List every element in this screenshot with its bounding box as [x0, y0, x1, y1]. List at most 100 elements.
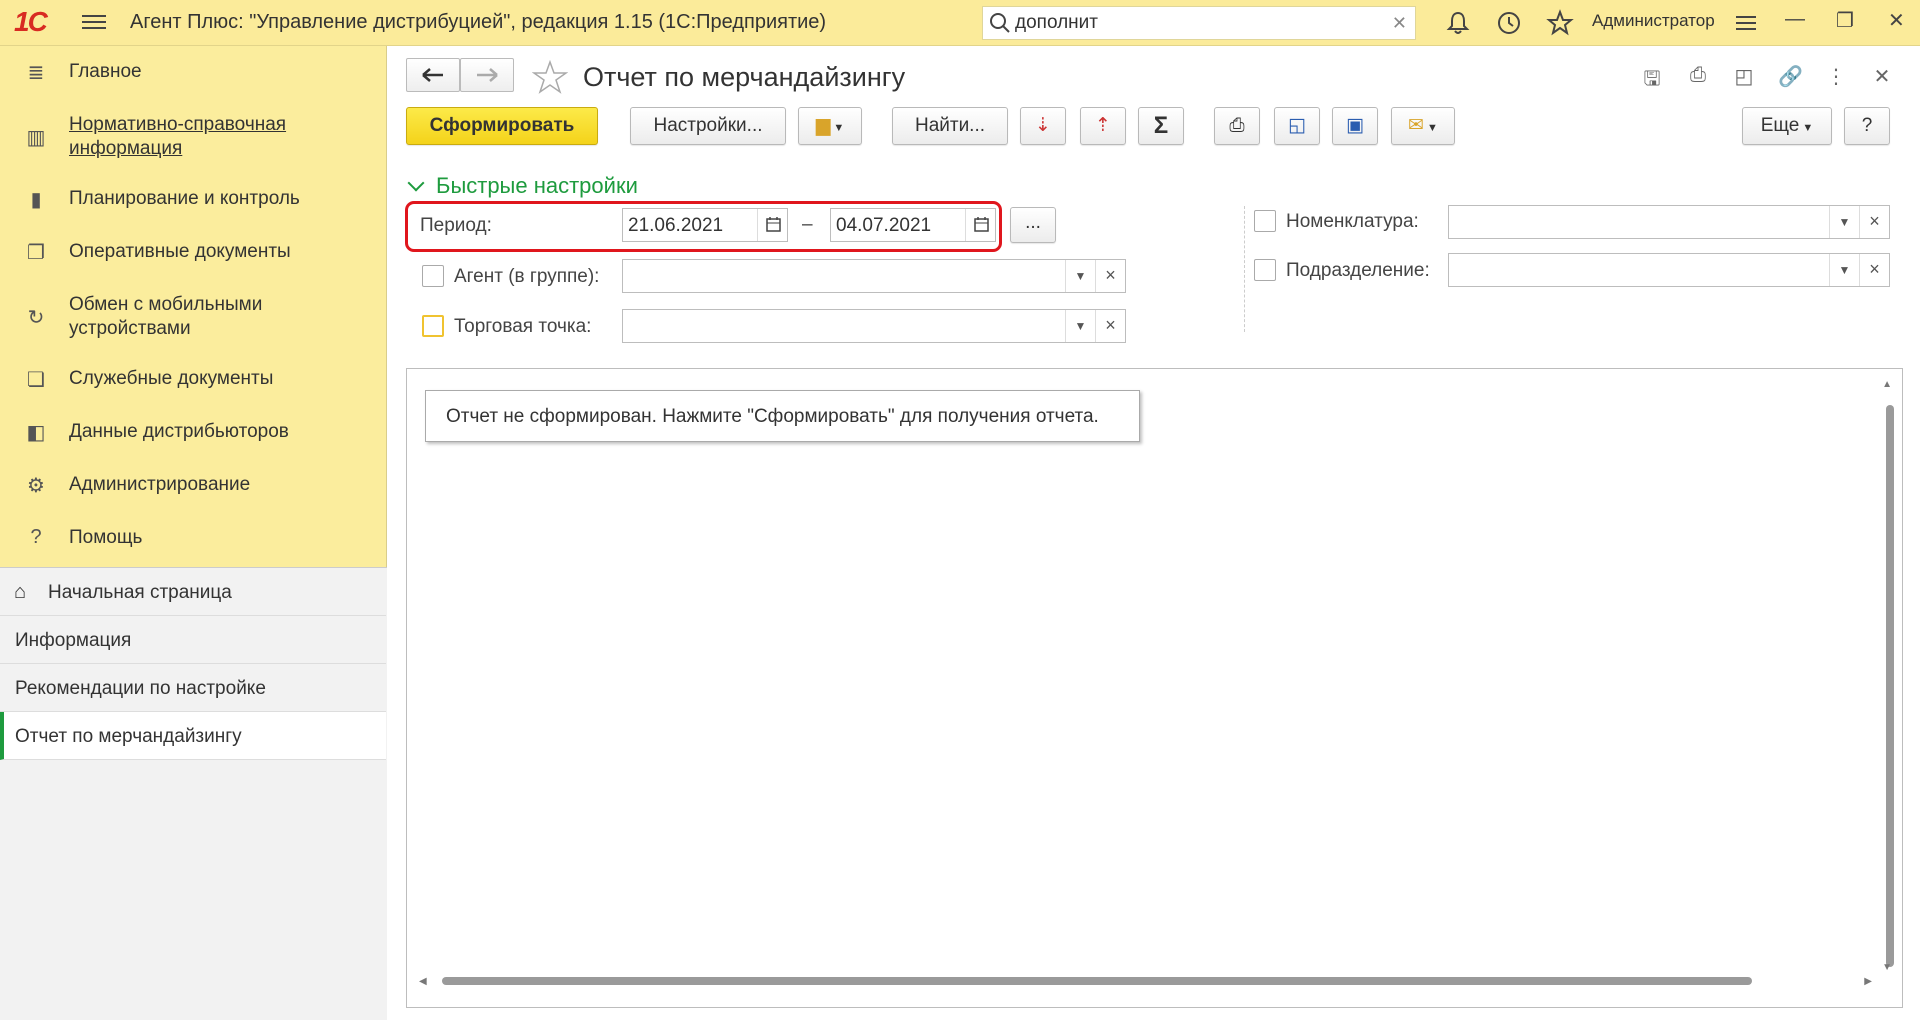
preview-header-icon[interactable]: ◰ [1732, 64, 1756, 88]
dropdown-arrow-icon[interactable]: ▼ [1065, 260, 1095, 292]
favorites-icon[interactable] [1546, 9, 1574, 37]
scroll-down-icon[interactable]: ▼ [1882, 962, 1892, 973]
save-button[interactable]: ▣ [1332, 107, 1378, 145]
more-vert-icon[interactable]: ⋮ [1824, 64, 1848, 88]
arrow-right-icon [477, 68, 498, 82]
clear-icon[interactable]: × [1095, 310, 1125, 342]
sort-asc-icon: ⇡ [1095, 115, 1111, 136]
dropdown-arrow-icon[interactable]: ▼ [1829, 206, 1859, 238]
open-window-label: Отчет по мерчандайзингу [15, 726, 242, 747]
save-header-icon[interactable]: 🖫 [1640, 64, 1664, 90]
calendar-icon[interactable] [965, 209, 995, 241]
sidebar-item-mobile-exchange[interactable]: ↻ Обмен с мобильными устройствами [0, 293, 387, 343]
preview-button[interactable]: ◱ [1274, 107, 1320, 145]
sort-desc-button[interactable]: ⇣ [1020, 107, 1066, 145]
distributors-icon: ◧ [26, 422, 46, 444]
division-field[interactable]: ▼ × [1448, 253, 1890, 287]
sidebar-item-administration[interactable]: ⚙ Администрирование [0, 473, 387, 503]
scroll-left-icon[interactable]: ◀ [419, 976, 427, 987]
nomenclature-checkbox[interactable] [1254, 210, 1276, 232]
arrow-left-icon [422, 68, 443, 82]
outlet-checkbox[interactable] [422, 315, 444, 337]
calendar-icon[interactable] [757, 209, 787, 241]
history-icon[interactable] [1495, 9, 1523, 37]
agent-field[interactable]: ▼ × [622, 259, 1126, 293]
agent-label: Агент (в группе): [454, 266, 600, 287]
period-to-field[interactable]: 04.07.2021 [830, 208, 996, 242]
link-icon[interactable]: 🔗 [1778, 64, 1803, 88]
scroll-up-icon[interactable]: ▲ [1882, 379, 1892, 390]
sort-asc-button[interactable]: ⇡ [1080, 107, 1126, 145]
sidebar-item-label: Нормативно-справочная информация [69, 114, 287, 159]
clear-search-icon[interactable]: ✕ [1392, 13, 1407, 34]
sidebar-item-main[interactable]: ≣ Главное [0, 60, 387, 90]
forward-button[interactable] [460, 58, 514, 92]
minimize-icon[interactable]: — [1785, 8, 1805, 31]
sidebar-item-label: Обмен с мобильными устройствами [69, 294, 263, 339]
sidebar-item-help[interactable]: ? Помощь [0, 526, 387, 556]
outlet-field[interactable]: ▼ × [622, 309, 1126, 343]
magnifier-icon: ◱ [1288, 115, 1306, 136]
restore-icon[interactable]: ❐ [1836, 8, 1854, 33]
gear-icon: ⚙ [27, 475, 45, 497]
generate-button[interactable]: Сформировать [406, 107, 598, 145]
period-label: Период: [420, 215, 492, 236]
print-button[interactable]: ⎙ [1214, 107, 1260, 145]
clear-icon[interactable]: × [1095, 260, 1125, 292]
notifications-icon[interactable] [1444, 9, 1472, 37]
period-select-button[interactable]: ... [1010, 207, 1056, 243]
global-search[interactable]: ✕ [982, 6, 1416, 40]
quick-settings-toggle[interactable]: Быстрые настройки [407, 173, 638, 199]
sidebar: ≣ Главное ▥ Нормативно-справочная информ… [0, 46, 387, 1020]
nomenclature-field[interactable]: ▼ × [1448, 205, 1890, 239]
chevron-down-icon: ▼ [1799, 122, 1814, 134]
dropdown-arrow-icon[interactable]: ▼ [1829, 254, 1859, 286]
clear-icon[interactable]: × [1859, 206, 1889, 238]
printer-icon: ⎙ [1229, 115, 1245, 136]
back-button[interactable] [406, 58, 460, 92]
open-window-info[interactable]: Информация [0, 616, 386, 664]
sidebar-item-reference[interactable]: ▥ Нормативно-справочная информация [0, 113, 387, 163]
favorite-star-icon[interactable] [532, 60, 568, 94]
sidebar-item-distributors[interactable]: ◧ Данные дистрибьюторов [0, 420, 387, 450]
horizontal-scrollbar[interactable] [442, 977, 1752, 985]
open-window-merch-report[interactable]: Отчет по мерчандайзингу [0, 712, 386, 760]
help-button[interactable]: ? [1844, 107, 1890, 145]
catalog-icon: ▥ [26, 127, 46, 149]
close-window-icon[interactable]: ✕ [1888, 8, 1905, 33]
settings-button[interactable]: Настройки... [630, 107, 786, 145]
variants-button[interactable]: ▆ ▼ [798, 107, 862, 145]
report-area[interactable]: Отчет не сформирован. Нажмите "Сформиров… [406, 368, 1903, 1008]
open-window-label: Информация [15, 630, 132, 651]
open-window-recommendations[interactable]: Рекомендации по настройке [0, 664, 386, 712]
period-from-field[interactable]: 21.06.2021 [622, 208, 788, 242]
agent-checkbox[interactable] [422, 265, 444, 287]
sidebar-item-service-docs[interactable]: ❏ Служебные документы [0, 367, 387, 397]
help-icon: ? [30, 526, 42, 548]
search-input[interactable] [1015, 11, 1375, 35]
sidebar-item-operational-docs[interactable]: ❐ Оперативные документы [0, 240, 387, 270]
folder-icon: ▆ [815, 115, 831, 136]
documents-icon: ❐ [27, 242, 45, 264]
send-email-button[interactable]: ✉ ▼ [1391, 107, 1455, 145]
division-checkbox[interactable] [1254, 259, 1276, 281]
scroll-right-icon[interactable]: ▶ [1864, 976, 1872, 987]
close-icon[interactable]: ✕ [1870, 64, 1894, 88]
dropdown-arrow-icon[interactable]: ▼ [1065, 310, 1095, 342]
find-button[interactable]: Найти... [892, 107, 1008, 145]
print-header-icon[interactable]: ⎙ [1686, 64, 1710, 88]
title-bar: 1С Агент Плюс: "Управление дистрибуцией"… [0, 0, 1920, 46]
vertical-scrollbar[interactable] [1886, 405, 1894, 967]
sum-button[interactable]: Σ [1138, 107, 1184, 145]
bar-chart-icon: ▮ [30, 189, 42, 211]
sidebar-item-planning[interactable]: ▮ Планирование и контроль [0, 187, 387, 217]
main-menu-icon[interactable] [82, 11, 106, 33]
clear-icon[interactable]: × [1859, 254, 1889, 286]
service-docs-icon: ❏ [27, 369, 45, 391]
more-button[interactable]: Еще ▼ [1742, 107, 1832, 145]
open-window-home[interactable]: ⌂ Начальная страница [0, 568, 386, 616]
chevron-down-icon: ▼ [1423, 122, 1438, 134]
user-name[interactable]: Администратор [1592, 11, 1715, 31]
period-to-value: 04.07.2021 [836, 215, 932, 236]
settings-menu-icon[interactable] [1732, 9, 1760, 37]
